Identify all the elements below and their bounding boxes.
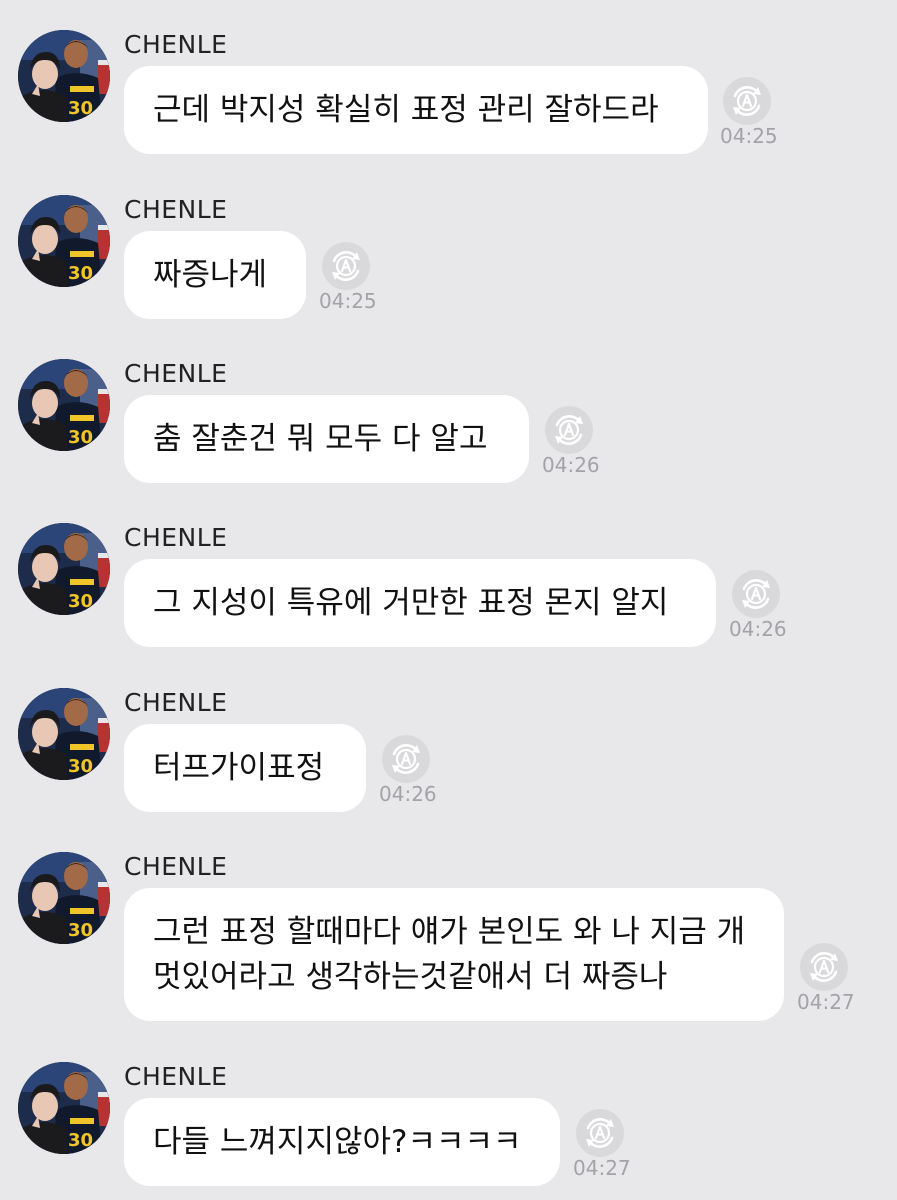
translate-icon[interactable] — [575, 1108, 625, 1158]
sender-name: CHENLE — [124, 852, 228, 881]
message-meta: 04:25 — [319, 241, 399, 321]
message-text: 그런 표정 할때마다 얘가 본인도 와 나 지금 개 — [153, 913, 746, 950]
sender-name: CHENLE — [124, 359, 228, 388]
message-text: 터프가이표정 — [153, 749, 325, 786]
message-bubble[interactable]: 다들 느껴지지않아?ㅋㅋㅋㅋ — [124, 1098, 560, 1186]
translate-icon[interactable] — [321, 241, 371, 291]
avatar[interactable]: 30 — [18, 523, 110, 615]
timestamp: 04:27 — [797, 990, 855, 1014]
message-text: 다들 느껴지지않아?ㅋㅋㅋㅋ — [153, 1123, 522, 1160]
avatar[interactable]: 30 — [18, 688, 110, 780]
message-text: 멋있어라고 생각하는것같애서 더 짜증나 — [153, 958, 668, 995]
translate-icon[interactable] — [722, 76, 772, 126]
timestamp: 04:26 — [729, 617, 787, 641]
message-text: 짜증나게 — [153, 256, 268, 293]
timestamp: 04:25 — [720, 124, 778, 148]
message-meta: 04:26 — [729, 569, 809, 649]
message-text: 그 지성이 특유에 거만한 표정 몬지 알지 — [153, 584, 669, 621]
sender-name: CHENLE — [124, 30, 228, 59]
message-bubble[interactable]: 그런 표정 할때마다 얘가 본인도 와 나 지금 개 멋있어라고 생각하는것같애… — [124, 888, 784, 1021]
message-meta: 04:26 — [379, 734, 459, 814]
svg-text:30: 30 — [68, 920, 93, 941]
message-meta: 04:26 — [542, 405, 622, 485]
message-meta: 04:27 — [573, 1108, 653, 1188]
svg-text:30: 30 — [68, 427, 93, 448]
sender-name: CHENLE — [124, 688, 228, 717]
message-bubble[interactable]: 춤 잘춘건 뭐 모두 다 알고 — [124, 395, 529, 483]
sender-name: CHENLE — [124, 195, 228, 224]
svg-text:30: 30 — [68, 1130, 93, 1151]
message-meta: 04:25 — [720, 76, 800, 156]
svg-text:30: 30 — [68, 98, 93, 119]
avatar[interactable]: 30 — [18, 30, 110, 122]
svg-text:30: 30 — [68, 263, 93, 284]
avatar[interactable]: 30 — [18, 852, 110, 944]
timestamp: 04:26 — [542, 453, 600, 477]
translate-icon[interactable] — [731, 569, 781, 619]
sender-name: CHENLE — [124, 1062, 228, 1091]
timestamp: 04:25 — [319, 289, 377, 313]
svg-text:30: 30 — [68, 591, 93, 612]
message-text: 춤 잘춘건 뭐 모두 다 알고 — [153, 420, 488, 457]
avatar[interactable]: 30 — [18, 195, 110, 287]
sender-name: CHENLE — [124, 523, 228, 552]
avatar[interactable]: 30 — [18, 359, 110, 451]
message-bubble[interactable]: 근데 박지성 확실히 표정 관리 잘하드라 — [124, 66, 708, 154]
translate-icon[interactable] — [381, 734, 431, 784]
translate-icon[interactable] — [799, 942, 849, 992]
svg-text:30: 30 — [68, 756, 93, 777]
translate-icon[interactable] — [544, 405, 594, 455]
message-bubble[interactable]: 그 지성이 특유에 거만한 표정 몬지 알지 — [124, 559, 716, 647]
timestamp: 04:27 — [573, 1156, 631, 1180]
timestamp: 04:26 — [379, 782, 437, 806]
message-bubble[interactable]: 터프가이표정 — [124, 724, 366, 812]
message-text: 근데 박지성 확실히 표정 관리 잘하드라 — [153, 91, 659, 128]
message-bubble[interactable]: 짜증나게 — [124, 231, 306, 319]
avatar[interactable]: 30 — [18, 1062, 110, 1154]
message-meta: 04:27 — [797, 942, 877, 1022]
